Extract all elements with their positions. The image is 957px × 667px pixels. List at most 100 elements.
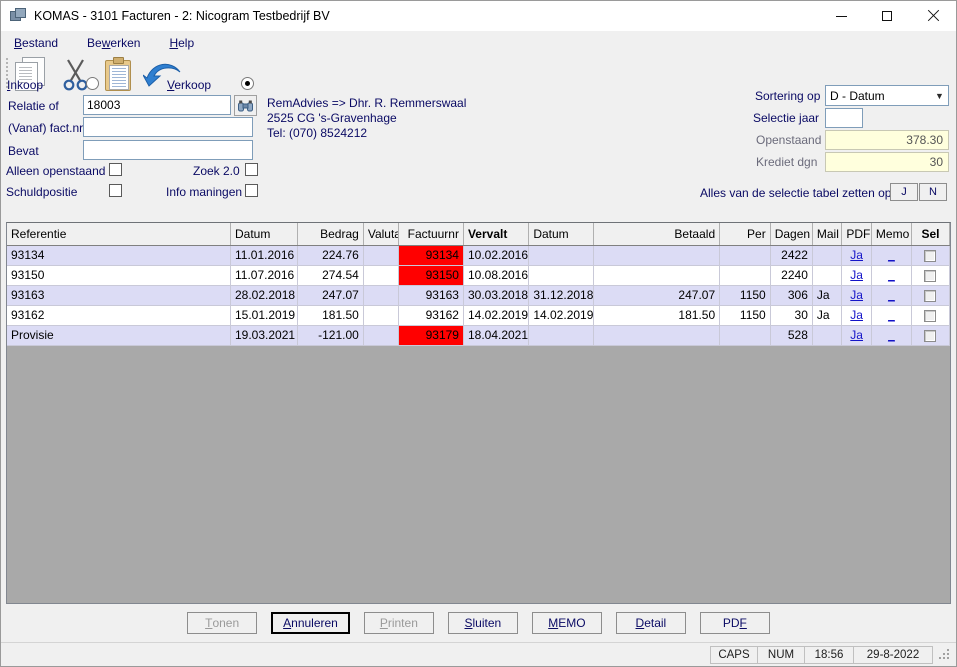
cell-vervalt: 14.02.2019	[463, 305, 530, 326]
cell-pdf[interactable]: Ja	[841, 305, 872, 326]
cell-pdf[interactable]: Ja	[841, 285, 872, 306]
bevat-input[interactable]	[83, 140, 253, 160]
chevron-down-icon: ▼	[935, 90, 944, 101]
minimize-button[interactable]	[818, 1, 864, 31]
menu-bestand[interactable]: Bestand	[11, 34, 61, 52]
close-button[interactable]	[910, 1, 956, 31]
cell-per	[719, 265, 771, 286]
col-per[interactable]: Per	[719, 223, 771, 246]
cell-pdf[interactable]: Ja	[841, 325, 872, 346]
col-valuta[interactable]: Valuta	[363, 223, 399, 246]
col-memo[interactable]: Memo	[871, 223, 912, 246]
sel-checkbox[interactable]	[924, 309, 937, 322]
close-icon	[927, 10, 939, 22]
button-detail[interactable]: Detail	[615, 612, 686, 634]
cell-memo[interactable]: _	[871, 285, 912, 306]
selectie-jaar-label: Selectie jaar	[753, 111, 820, 125]
col-vervalt[interactable]: Vervalt	[463, 223, 530, 246]
pdf-link[interactable]: Ja	[850, 288, 863, 302]
cell-pdf[interactable]: Ja	[841, 245, 872, 266]
cell-sel[interactable]	[911, 285, 950, 306]
button-annuleren[interactable]: Annuleren	[271, 612, 350, 634]
table-row[interactable]: 93163 28.02.2018 247.07 93163 30.03.2018 31.1…	[7, 285, 950, 306]
set-all-j-button[interactable]: J	[890, 183, 918, 201]
cell-pdf[interactable]: Ja	[841, 265, 872, 286]
memo-link[interactable]: _	[888, 248, 895, 262]
button-memo[interactable]: M EMO	[531, 612, 602, 634]
pdf-link[interactable]: Ja	[850, 328, 863, 342]
maximize-icon	[882, 11, 892, 21]
minimize-icon	[835, 15, 847, 17]
table-row[interactable]: 93162 15.01.2019 181.50 93162 14.02.2019 14.0…	[7, 305, 950, 326]
search-binoculars-icon[interactable]	[234, 95, 257, 116]
cell-mail	[812, 265, 843, 286]
schuldpositie-checkbox[interactable]	[109, 184, 122, 197]
memo-link[interactable]: _	[888, 288, 895, 302]
sel-checkbox[interactable]	[924, 289, 937, 302]
sel-checkbox[interactable]	[924, 249, 937, 262]
alleen-openstaand-checkbox[interactable]	[109, 163, 122, 176]
set-all-n-button[interactable]: N	[919, 183, 947, 201]
button-sluiten[interactable]: Sluiten	[447, 612, 518, 634]
memo-link[interactable]: _	[888, 308, 895, 322]
col-datum[interactable]: Datum	[230, 223, 299, 246]
selectie-jaar-input[interactable]	[825, 108, 863, 128]
cell-sel[interactable]	[911, 325, 950, 346]
status-date: 29-8-2022	[853, 645, 933, 664]
menu-help[interactable]: Help	[166, 34, 197, 52]
sel-checkbox[interactable]	[924, 269, 937, 282]
pdf-link[interactable]: Ja	[850, 268, 863, 282]
pdf-link[interactable]: Ja	[850, 248, 863, 262]
col-datum2[interactable]: Datum	[528, 223, 594, 246]
cell-memo[interactable]: _	[871, 325, 912, 346]
verkoop-radio[interactable]	[241, 77, 254, 90]
zoek-label: Zoek 2.0	[193, 164, 240, 178]
cell-sel[interactable]	[911, 245, 950, 266]
button-printen: Printen	[363, 612, 434, 634]
cell-sel[interactable]	[911, 305, 950, 326]
window-title: KOMAS - 3101 Facturen - 2: Nicogram Test…	[34, 9, 330, 23]
memo-link[interactable]: _	[888, 268, 895, 282]
col-pdf[interactable]: PDF	[841, 223, 872, 246]
inkoop-radio[interactable]	[86, 77, 99, 90]
col-bedrag[interactable]: Bedrag	[297, 223, 364, 246]
table-row[interactable]: Provisie 19.03.2021 -121.00 93179 18.04.2021…	[7, 325, 950, 346]
col-factuurnr[interactable]: Factuurnr	[398, 223, 464, 246]
cell-betaald	[593, 265, 721, 286]
button-pdf[interactable]: PD F	[699, 612, 770, 634]
title-bar: KOMAS - 3101 Facturen - 2: Nicogram Test…	[1, 1, 956, 31]
menu-bewerken[interactable]: Bewerken	[84, 34, 143, 52]
info-maningen-checkbox[interactable]	[245, 184, 258, 197]
cell-bedrag: 181.50	[297, 305, 364, 326]
invoice-table-container[interactable]: Referentie Datum Bedrag Valuta Factuurnr…	[6, 222, 951, 604]
cell-memo[interactable]: _	[871, 265, 912, 286]
cell-datum2: 31.12.2018	[528, 285, 594, 306]
paste-icon[interactable]	[101, 56, 135, 92]
cell-sel[interactable]	[911, 265, 950, 286]
cell-valuta	[363, 245, 399, 266]
cell-valuta	[363, 265, 399, 286]
table-row[interactable]: 93150 11.07.2016 274.54 93150 10.08.2016 2240…	[7, 265, 950, 286]
sortering-select[interactable]: D - Datum ▼	[825, 85, 949, 106]
sel-checkbox[interactable]	[924, 329, 937, 342]
col-betaald[interactable]: Betaald	[593, 223, 721, 246]
maximize-button[interactable]	[864, 1, 910, 31]
zoek-checkbox[interactable]	[245, 163, 258, 176]
col-referentie[interactable]: Referentie	[7, 223, 231, 246]
memo-link[interactable]: _	[888, 328, 895, 342]
cell-memo[interactable]: _	[871, 305, 912, 326]
cell-vervalt: 10.08.2016	[463, 265, 530, 286]
cell-factuurnr: 93179	[398, 325, 464, 346]
table-row[interactable]: 93134 11.01.2016 224.76 93134 10.02.2016 2422…	[7, 245, 950, 266]
status-caps: CAPS	[710, 645, 758, 664]
relatie-input[interactable]	[83, 95, 231, 115]
alles-selectie-label: Alles van de selectie tabel zetten op	[700, 186, 892, 200]
resize-grip[interactable]	[938, 648, 952, 662]
col-mail[interactable]: Mail	[812, 223, 843, 246]
factnr-input[interactable]	[83, 117, 253, 137]
pdf-link[interactable]: Ja	[850, 308, 863, 322]
openstaand-label: Openstaand	[756, 133, 822, 147]
col-dagen[interactable]: Dagen	[770, 223, 813, 246]
cell-memo[interactable]: _	[871, 245, 912, 266]
col-sel[interactable]: Sel	[911, 223, 950, 246]
